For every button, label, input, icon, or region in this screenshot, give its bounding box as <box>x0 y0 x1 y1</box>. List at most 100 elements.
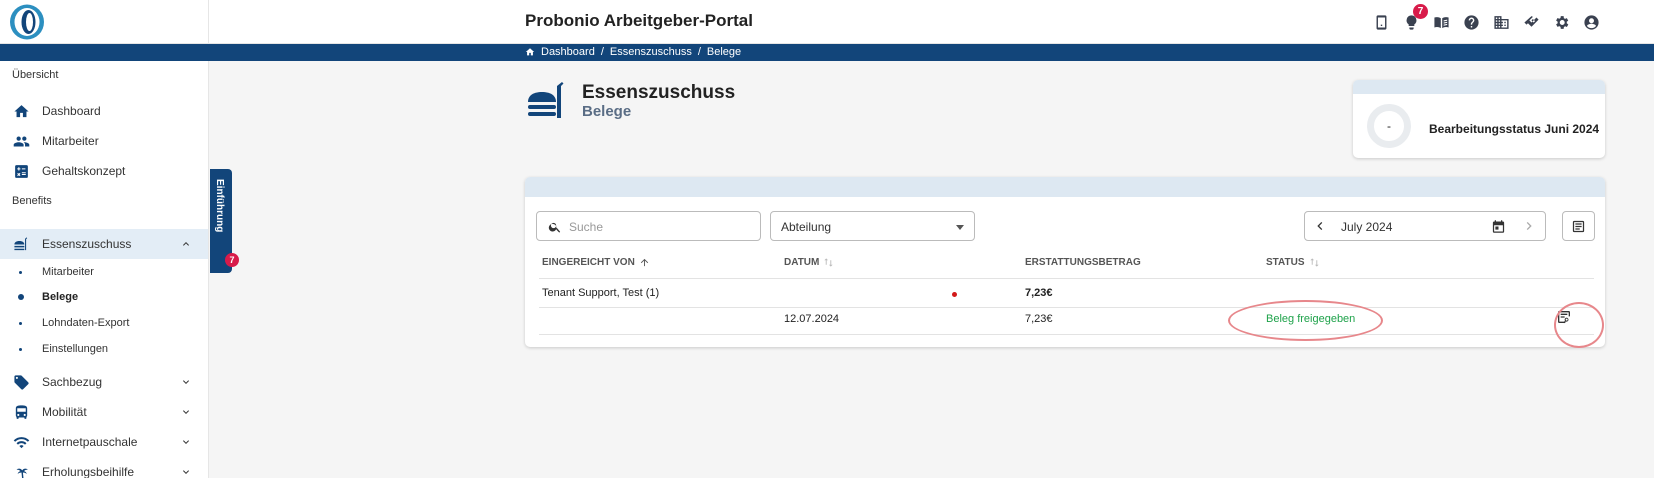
chevron-down-icon[interactable] <box>180 436 192 448</box>
sidebar-section-overview: Übersicht <box>12 69 59 81</box>
burger-icon <box>528 82 564 118</box>
top-bar: Probonio Arbeitgeber-Portal 7 <box>0 0 1654 44</box>
sidebar-item-mobilitaet[interactable]: Mobilität <box>0 397 208 427</box>
sidebar-item-label: Essenszuschuss <box>42 237 132 251</box>
card-header-strip <box>525 177 1605 197</box>
column-header-label: ERSTATTUNGSBETRAG <box>1025 257 1141 268</box>
sidebar-subitem-label: Einstellungen <box>42 343 109 355</box>
lightbulb-icon[interactable]: 7 <box>1400 4 1428 33</box>
sidebar-item-mitarbeiter[interactable]: Mitarbeiter <box>0 126 208 156</box>
book-icon[interactable] <box>1430 11 1452 33</box>
sidebar-item-label: Mitarbeiter <box>42 134 99 148</box>
sort-icon <box>1309 258 1319 267</box>
sidebar-subitem-label: Lohndaten-Export <box>42 317 130 329</box>
chevron-down-icon[interactable] <box>180 466 192 478</box>
receipt-list-icon <box>1572 220 1585 232</box>
sidebar-subitem-einstellungen[interactable]: Einstellungen <box>0 337 208 361</box>
status-progress-value: - <box>1387 119 1391 133</box>
column-header-label: STATUS <box>1266 257 1305 268</box>
table-divider <box>539 334 1594 335</box>
sidebar-item-label: Gehaltskonzept <box>42 164 126 178</box>
view-receipt-icon[interactable] <box>1556 309 1572 325</box>
next-month-button[interactable] <box>1521 218 1537 234</box>
sidebar-item-label: Internetpauschale <box>42 435 138 449</box>
sidebar-subitem-mitarbeiter[interactable]: Mitarbeiter <box>0 260 208 284</box>
employee-name[interactable]: Tenant Support, Test (1) <box>542 287 659 299</box>
logo-divider <box>208 0 209 44</box>
bullet-dot-active <box>18 294 24 300</box>
status-progress-ring: - <box>1367 104 1411 148</box>
breadcrumb-essenszuschuss[interactable]: Essenszuschuss <box>610 46 692 58</box>
month-picker-value[interactable]: July 2024 <box>1341 220 1392 234</box>
sidebar-section-benefits: Benefits <box>12 195 52 207</box>
sort-icon <box>824 258 833 267</box>
account-icon[interactable] <box>1580 11 1602 33</box>
department-select[interactable]: Abteilung <box>770 211 975 241</box>
bus-icon <box>12 403 30 421</box>
receipt-status: Beleg freigegeben <box>1266 313 1356 325</box>
probonio-logo[interactable] <box>8 3 46 41</box>
chevron-down-icon[interactable] <box>180 406 192 418</box>
breadcrumb-belege: Belege <box>706 46 742 58</box>
breadcrumb-dashboard[interactable]: Dashboard <box>541 46 595 58</box>
building-icon[interactable] <box>1490 11 1512 33</box>
sidebar-item-dashboard[interactable]: Dashboard <box>0 96 208 126</box>
status-card-title: Bearbeitungsstatus Juni 2024 <box>1429 122 1600 136</box>
column-header-status[interactable]: STATUS <box>1266 257 1320 268</box>
search-field[interactable] <box>536 211 761 241</box>
sidebar-item-label: Dashboard <box>42 104 101 118</box>
burger-icon <box>12 235 30 253</box>
sidebar-item-label: Sachbezug <box>42 375 103 389</box>
column-header-reimbursement[interactable]: ERSTATTUNGSBETRAG <box>1025 257 1141 268</box>
sidebar-subitem-label: Belege <box>42 291 79 303</box>
column-header-date[interactable]: DATUM <box>784 257 834 268</box>
unread-indicator-dot <box>952 292 957 297</box>
calendar-icon[interactable] <box>1491 219 1506 234</box>
receipts-card: Abteilung July 2024 EINGEREICHT VON DATU… <box>525 177 1605 347</box>
sidebar-item-sachbezug[interactable]: Sachbezug <box>0 367 208 397</box>
receipt-amount: 7,23€ <box>1025 313 1053 325</box>
wifi-icon <box>12 433 30 451</box>
table-divider <box>539 278 1594 279</box>
bullet-dot <box>19 321 22 325</box>
sidebar-subitem-label: Mitarbeiter <box>42 266 94 278</box>
introduction-badge: 7 <box>225 253 239 267</box>
receipt-date: 12.07.2024 <box>784 313 840 325</box>
sidebar-item-essenszuschuss[interactable]: Essenszuschuss <box>0 229 208 259</box>
table-divider <box>539 307 1594 308</box>
month-picker: July 2024 <box>1304 211 1546 241</box>
card-header-strip <box>1353 80 1605 94</box>
calculator-icon <box>12 162 30 180</box>
handshake-icon[interactable] <box>1520 11 1542 33</box>
department-select-value: Abteilung <box>781 220 832 234</box>
sidebar: Übersicht Dashboard Mitarbeiter Gehaltsk… <box>0 61 209 478</box>
help-icon[interactable] <box>1460 11 1482 33</box>
palm-tree-icon <box>12 463 30 478</box>
sidebar-subitem-lohndaten-export[interactable]: Lohndaten-Export <box>0 311 208 335</box>
sidebar-item-label: Erholungsbeihilfe <box>42 465 135 478</box>
sidebar-item-erholungsbeihilfe[interactable]: Erholungsbeihilfe <box>0 457 208 478</box>
breadcrumb-bar: Dashboard / Essenszuschuss / Belege <box>0 44 1654 61</box>
sidebar-subitem-belege[interactable]: Belege <box>0 285 208 309</box>
processing-status-card: - Bearbeitungsstatus Juni 2024 <box>1353 80 1605 158</box>
chevron-down-icon[interactable] <box>180 376 192 388</box>
previous-month-button[interactable] <box>1312 218 1328 234</box>
column-header-label: EINGEREICHT VON <box>542 257 635 268</box>
gear-icon[interactable] <box>1550 11 1572 33</box>
people-icon <box>12 132 30 150</box>
sidebar-item-gehaltskonzept[interactable]: Gehaltskonzept <box>0 156 208 186</box>
introduction-tab[interactable]: Einführung 7 <box>210 169 239 273</box>
column-header-label: DATUM <box>784 257 820 268</box>
app-title: Probonio Arbeitgeber-Portal <box>525 11 753 30</box>
phone-icon[interactable] <box>1370 11 1392 33</box>
sidebar-item-internetpauschale[interactable]: Internetpauschale <box>0 427 208 457</box>
list-view-button[interactable] <box>1562 211 1595 241</box>
dropdown-caret-icon <box>956 225 964 230</box>
search-input[interactable] <box>569 218 749 235</box>
home-icon <box>12 102 30 120</box>
introduction-tab-label: Einführung <box>214 179 225 233</box>
group-amount: 7,23€ <box>1025 287 1053 299</box>
chevron-up-icon[interactable] <box>180 238 192 250</box>
bullet-dot <box>19 270 22 274</box>
column-header-submitted-by[interactable]: EINGEREICHT VON <box>542 257 650 268</box>
